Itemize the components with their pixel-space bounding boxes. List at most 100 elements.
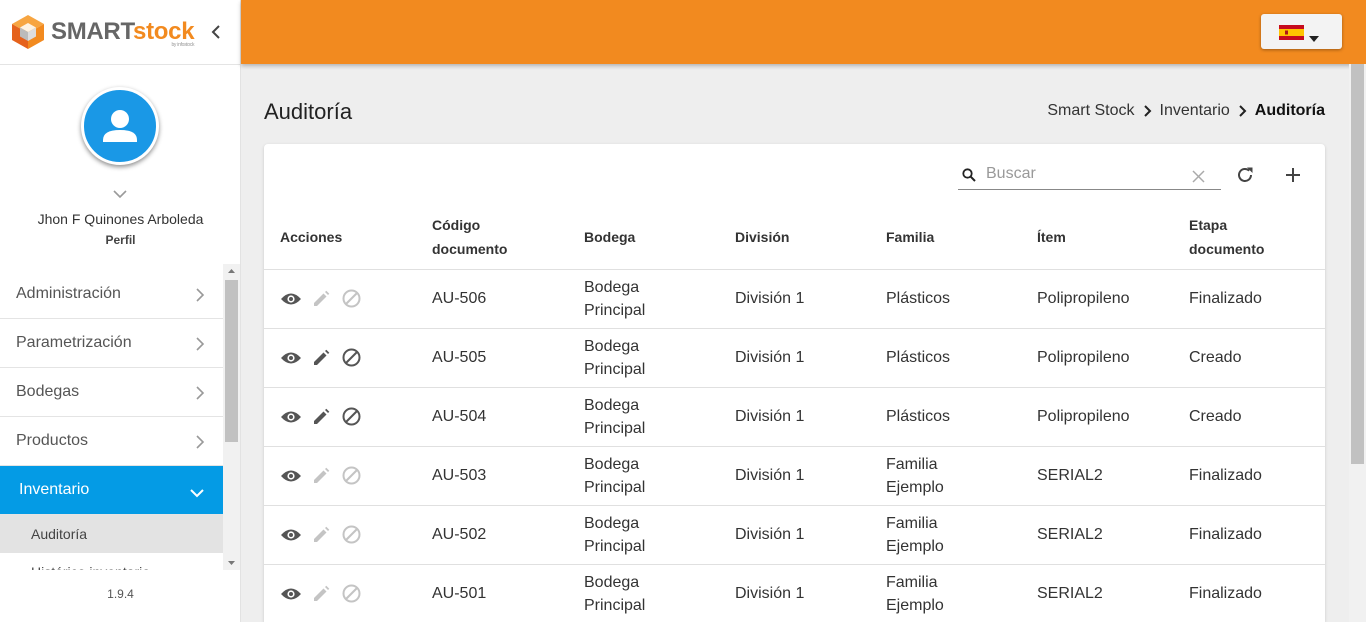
edit-icon: [311, 583, 332, 604]
block-icon: [341, 288, 362, 309]
top-bar: [241, 0, 1366, 64]
cell-code: AU-502: [416, 505, 568, 565]
view-icon[interactable]: [280, 527, 302, 543]
chevron-right-icon: [1143, 104, 1153, 118]
sidebar-item-parametrizacion[interactable]: Parametrización: [0, 319, 223, 368]
logo-wordmark: SMARTstock by infostock: [51, 18, 195, 48]
refresh-icon[interactable]: [1234, 164, 1256, 186]
language-selector[interactable]: [1261, 14, 1342, 49]
cell-actions: [264, 564, 416, 622]
cell-code: AU-505: [416, 328, 568, 388]
cell-stage: Finalizado: [1173, 269, 1325, 329]
chevron-down-icon[interactable]: [112, 187, 128, 199]
cell-code: AU-506: [416, 269, 568, 329]
cell-family: Plásticos: [870, 387, 1021, 447]
column-header-item[interactable]: Ítem: [1021, 206, 1173, 270]
chevron-right-icon: [195, 336, 205, 352]
sidebar-scrollbar[interactable]: [223, 264, 240, 570]
user-profile: Jhon F Quinones Arboleda Perfil: [0, 65, 240, 264]
column-header-family[interactable]: Familia: [870, 206, 1021, 270]
profile-link[interactable]: Perfil: [0, 233, 241, 247]
cell-warehouse: Bodega Principal: [568, 505, 719, 565]
block-icon[interactable]: [341, 406, 362, 427]
view-icon[interactable]: [280, 291, 302, 307]
table-row: AU-502 Bodega Principal División 1 Famili…: [264, 505, 1325, 565]
sidebar: SMARTstock by infostock Jhon F Quinones …: [0, 0, 241, 622]
column-header-warehouse[interactable]: Bodega: [568, 206, 719, 270]
submenu-item-historico-inventario[interactable]: Histórico inventario: [0, 553, 223, 570]
table-body: AU-506 Bodega Principal División 1 Plásti…: [264, 269, 1325, 622]
cell-code: AU-504: [416, 387, 568, 447]
cell-stage: Creado: [1173, 328, 1325, 388]
edit-icon: [311, 465, 332, 486]
cell-division: División 1: [719, 446, 870, 506]
edit-icon: [311, 288, 332, 309]
block-icon: [341, 465, 362, 486]
chevron-right-icon: [195, 385, 205, 401]
sidebar-item-administracion[interactable]: Administración: [0, 270, 223, 319]
cell-division: División 1: [719, 387, 870, 447]
view-icon[interactable]: [280, 409, 302, 425]
search-input[interactable]: [986, 162, 1186, 186]
table-row: AU-503 Bodega Principal División 1 Famili…: [264, 446, 1325, 506]
table-row: AU-504 Bodega Principal División 1 Plásti…: [264, 387, 1325, 447]
column-header-code[interactable]: Código documento: [416, 206, 568, 270]
user-name: Jhon F Quinones Arboleda: [37, 211, 204, 227]
cell-division: División 1: [719, 564, 870, 622]
block-icon: [341, 583, 362, 604]
breadcrumb-item-current: Auditoría: [1254, 102, 1325, 119]
submenu-item-auditoria[interactable]: Auditoría: [0, 515, 223, 553]
scroll-down-icon[interactable]: [223, 556, 240, 570]
page-scrollbar[interactable]: [1349, 64, 1366, 622]
breadcrumb: Smart Stock Inventario Auditoría: [1047, 102, 1325, 120]
breadcrumb-item-inventario[interactable]: Inventario: [1160, 102, 1230, 120]
sidebar-scroll-thumb[interactable]: [225, 280, 238, 442]
search-field[interactable]: [958, 160, 1221, 190]
cell-division: División 1: [719, 269, 870, 329]
table-row: AU-505 Bodega Principal División 1 Plásti…: [264, 328, 1325, 388]
cell-item: SERIAL2: [1021, 505, 1173, 565]
cell-division: División 1: [719, 505, 870, 565]
page-scroll-thumb[interactable]: [1351, 64, 1364, 464]
cell-stage: Finalizado: [1173, 446, 1325, 506]
cell-family: Familia Ejemplo: [870, 564, 1021, 622]
add-icon[interactable]: [1282, 164, 1304, 186]
logo-bar: SMARTstock by infostock: [0, 0, 240, 65]
cell-warehouse: Bodega Principal: [568, 564, 719, 622]
cell-stage: Finalizado: [1173, 505, 1325, 565]
edit-icon[interactable]: [311, 347, 332, 368]
caret-down-icon: [1309, 29, 1319, 42]
breadcrumb-item-smart-stock[interactable]: Smart Stock: [1047, 102, 1134, 120]
cell-item: Polipropileno: [1021, 328, 1173, 388]
cell-warehouse: Bodega Principal: [568, 269, 719, 329]
audit-table: Acciones Código documento Bodega División…: [264, 206, 1325, 622]
scroll-up-icon[interactable]: [223, 264, 240, 278]
cell-family: Familia Ejemplo: [870, 446, 1021, 506]
table-row: AU-506 Bodega Principal División 1 Plásti…: [264, 269, 1325, 329]
view-icon[interactable]: [280, 468, 302, 484]
sidebar-item-productos[interactable]: Productos: [0, 417, 223, 466]
cell-actions: [264, 505, 416, 565]
block-icon: [341, 524, 362, 545]
cell-actions: [264, 269, 416, 329]
chevron-right-icon: [195, 434, 205, 450]
column-header-division[interactable]: División: [719, 206, 870, 270]
cell-family: Plásticos: [870, 328, 1021, 388]
column-header-stage[interactable]: Etapa documento: [1173, 206, 1325, 270]
cell-family: Plásticos: [870, 269, 1021, 329]
sidebar-menu: Administración Parametrización Bodegas P…: [0, 264, 241, 570]
block-icon[interactable]: [341, 347, 362, 368]
sidebar-item-inventario[interactable]: Inventario: [0, 466, 223, 515]
edit-icon[interactable]: [311, 406, 332, 427]
view-icon[interactable]: [280, 350, 302, 366]
cell-item: Polipropileno: [1021, 269, 1173, 329]
chevron-left-icon[interactable]: [208, 22, 224, 42]
chevron-right-icon: [1238, 104, 1248, 118]
sidebar-item-bodegas[interactable]: Bodegas: [0, 368, 223, 417]
cell-division: División 1: [719, 328, 870, 388]
flag-spain-icon: [1279, 25, 1304, 40]
view-icon[interactable]: [280, 586, 302, 602]
chevron-down-icon: [189, 485, 205, 498]
close-icon[interactable]: [1192, 170, 1205, 183]
avatar[interactable]: [81, 87, 159, 165]
